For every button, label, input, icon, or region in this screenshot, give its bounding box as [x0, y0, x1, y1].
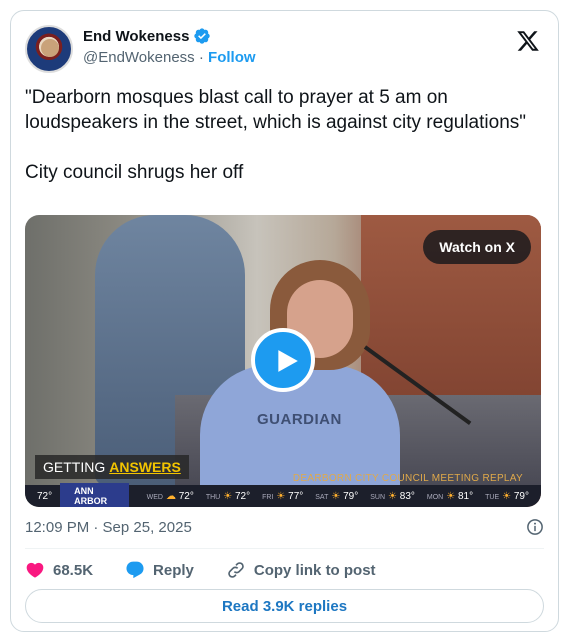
weather-cloud-icon: ☁ [165, 490, 179, 502]
ticker-day-temp: 77° [288, 490, 304, 502]
lower-third-highlight: ANSWERS [109, 459, 181, 475]
ticker-day: SAT ☀ 79° [315, 491, 358, 502]
weather-sun-icon: ☀ [223, 490, 235, 502]
author-avatar[interactable] [25, 25, 73, 73]
ticker-day-label: TUE [485, 493, 500, 501]
ticker-day-temp: 72° [234, 490, 251, 502]
tweet-header: End Wokeness @EndWokeness · Follow [25, 25, 544, 77]
reply-label: Reply [153, 561, 194, 579]
info-icon[interactable] [526, 518, 544, 536]
ticker-city: ANN ARBOR [60, 483, 129, 507]
play-button[interactable] [251, 328, 315, 392]
play-icon [278, 350, 298, 372]
ticker-day-temp: 79° [513, 490, 529, 502]
ticker-day-temp: 81° [458, 490, 474, 502]
ticker-day-label: WED [146, 493, 163, 501]
ticker-day-label: FRI [262, 493, 274, 501]
lower-third-prefix: GETTING [43, 459, 106, 475]
weather-sun-icon: ☀ [502, 490, 514, 502]
news-caption: DEARBORN CITY COUNCIL MEETING REPLAY [292, 473, 523, 484]
action-bar: 68.5K Reply Copy link to post [25, 557, 544, 583]
weather-sun-icon: ☀ [446, 490, 458, 502]
ticker-day-label: SUN [370, 493, 386, 501]
tweet-text: "Dearborn mosques blast call to prayer a… [25, 87, 527, 183]
video-shirt-text: GUARDIAN [257, 411, 342, 428]
author-name[interactable]: End Wokeness [83, 28, 189, 45]
ticker-day: SUN ☀ 83° [370, 491, 415, 502]
ticker-day-temp: 72° [178, 490, 194, 502]
tweet-card: End Wokeness @EndWokeness · Follow "Dear… [10, 10, 559, 632]
heart-icon [26, 562, 44, 578]
divider [25, 548, 544, 549]
ticker-day: MON ☀ 81° [427, 491, 473, 502]
watch-on-x-button[interactable]: Watch on X [423, 230, 531, 264]
like-button[interactable]: 68.5K [25, 560, 93, 580]
copy-link-label: Copy link to post [253, 561, 376, 579]
ticker-day: THU ☀ 72° [206, 491, 250, 502]
x-logo-icon[interactable] [516, 29, 540, 53]
ticker-day: FRI ☀ 77° [262, 491, 303, 502]
news-lower-third: GETTING ANSWERS [35, 455, 189, 479]
weather-ticker: 72° ANN ARBOR WED ☁ 72° THU ☀ 72° FRI ☀ 77°… [25, 483, 541, 507]
verified-badge-icon [194, 28, 211, 44]
ticker-day: WED ☁ 72° [147, 491, 194, 502]
weather-sun-icon: ☀ [388, 490, 400, 502]
read-replies-button[interactable]: Read 3.9K replies [25, 589, 544, 623]
reply-button[interactable]: Reply [125, 560, 194, 580]
follow-button[interactable]: Follow [208, 49, 256, 66]
ticker-day: TUE ☀ 79° [485, 491, 529, 502]
copy-link-button[interactable]: Copy link to post [226, 560, 376, 580]
ticker-day-temp: 83° [399, 490, 415, 502]
ticker-day-label: MON [426, 493, 444, 501]
weather-sun-icon: ☀ [331, 490, 344, 502]
video-player[interactable]: GUARDIAN Watch on X GETTING ANSWERS DEAR… [25, 215, 541, 507]
weather-sun-icon: ☀ [276, 490, 289, 502]
like-count: 68.5K [53, 561, 94, 579]
ticker-current-temp: 72° [37, 490, 53, 502]
author-handle[interactable]: @EndWokeness [83, 49, 195, 66]
author-name-row: End Wokeness [83, 27, 211, 45]
link-icon [228, 562, 244, 578]
ticker-day-label: THU [205, 493, 221, 501]
ticker-day-label: SAT [315, 493, 329, 501]
tweet-timestamp[interactable]: 12:09 PM · Sep 25, 2025 [25, 519, 192, 536]
reply-bubble-icon [126, 561, 144, 579]
author-handle-row: @EndWokeness · Follow [83, 49, 256, 66]
handle-separator: · [198, 49, 204, 66]
ticker-day-temp: 79° [343, 490, 359, 502]
